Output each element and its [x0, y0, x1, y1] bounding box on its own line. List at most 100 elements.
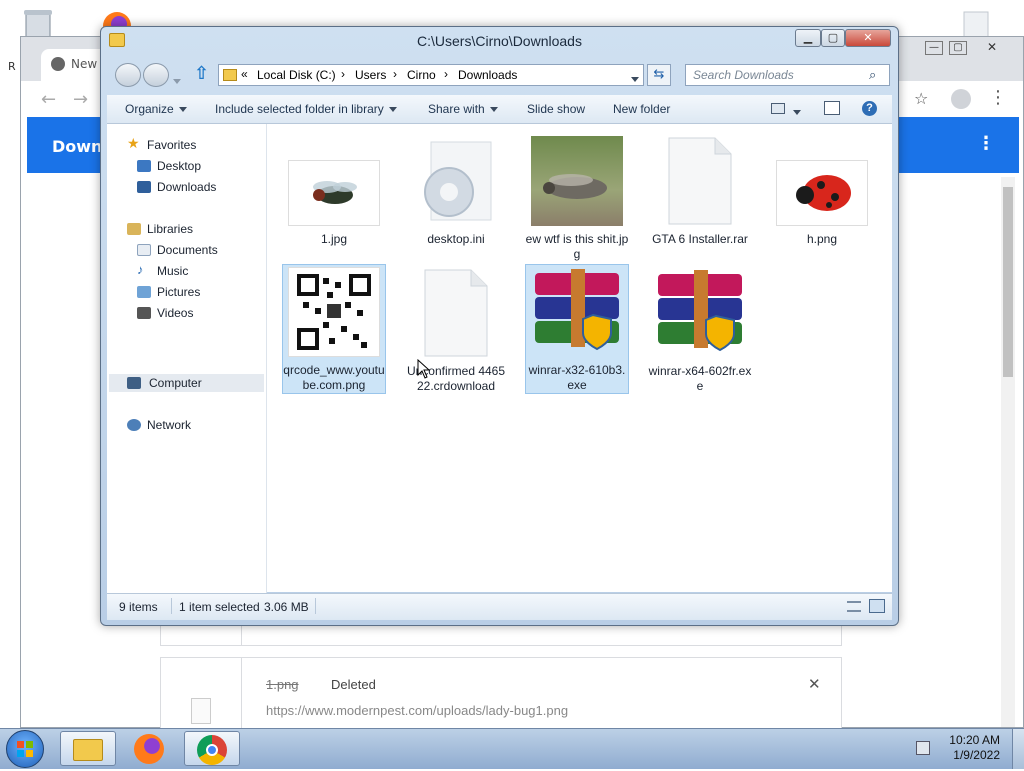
chrome-tab-label: New [71, 57, 98, 71]
chrome-minimize-button[interactable]: — [925, 41, 943, 55]
breadcrumb-local-disk[interactable]: Local Disk (C:) [257, 68, 336, 82]
include-in-library-menu[interactable]: Include selected folder in library [215, 102, 397, 116]
change-view-icon[interactable] [771, 103, 785, 114]
slideshow-button[interactable]: Slide show [527, 102, 585, 116]
search-icon[interactable]: ⌕ [869, 67, 876, 83]
videos-icon [137, 307, 151, 319]
breadcrumb-separator: › [341, 67, 345, 81]
ladybug-photo-thumbnail [776, 160, 868, 226]
file-icon [191, 698, 211, 724]
scrollbar-thumb[interactable] [1003, 187, 1013, 377]
file-name: desktop.ini [427, 232, 485, 246]
search-input[interactable]: Search Downloads ⌕ [685, 64, 890, 86]
clock-date: 1/9/2022 [953, 748, 1000, 762]
minimize-button[interactable]: ▁ [795, 29, 821, 47]
network-icon [127, 419, 141, 431]
file-item-selected[interactable]: winrar-x32-610b3.exe [525, 264, 629, 394]
maximize-button[interactable]: ▢ [821, 29, 845, 47]
view-dropdown-icon[interactable] [793, 105, 801, 119]
help-icon[interactable]: ? [862, 101, 877, 116]
clock-time: 10:20 AM [949, 733, 1000, 747]
computer-icon [127, 377, 141, 389]
status-divider [315, 598, 316, 614]
chrome-maximize-button[interactable]: ▢ [949, 41, 967, 55]
breadcrumb-users[interactable]: Users [355, 68, 386, 82]
download-url[interactable]: https://www.modernpest.com/uploads/lady-… [266, 703, 568, 718]
file-item[interactable]: GTA 6 Installer.rar [648, 136, 752, 247]
file-item[interactable]: 1.jpg [282, 160, 386, 247]
desktop-icon [137, 160, 151, 172]
forward-button[interactable] [143, 63, 169, 87]
insect-photo-thumbnail [531, 136, 623, 226]
star-icon: ★ [127, 135, 140, 151]
selection-count: 1 item selected [179, 600, 260, 614]
blank-file-thumbnail [421, 268, 491, 358]
window-title: C:\Users\Cirno\Downloads [417, 33, 582, 49]
clock[interactable]: 10:20 AM 1/9/2022 [949, 733, 1000, 763]
scrollbar[interactable] [1001, 177, 1015, 727]
breadcrumb-separator: › [393, 67, 397, 81]
chrome-tab-icon [51, 57, 65, 71]
organize-menu[interactable]: Organize [125, 102, 187, 116]
profile-avatar[interactable] [951, 89, 971, 109]
refresh-button[interactable]: ⇆ [647, 64, 671, 86]
download-filename[interactable]: 1.png [266, 677, 299, 692]
address-folder-icon [223, 69, 237, 81]
downloads-menu-icon[interactable]: ⋮ [977, 133, 995, 154]
mouse-cursor-icon [417, 358, 431, 383]
file-name: GTA 6 Installer.rar [652, 232, 748, 246]
preview-pane-icon[interactable] [824, 101, 840, 115]
back-icon[interactable]: ← [41, 89, 56, 110]
file-item-selected[interactable]: qrcode_www.youtube.com.png [282, 264, 386, 394]
settings-file-thumbnail [417, 136, 495, 226]
share-with-menu[interactable]: Share with [428, 102, 498, 116]
file-item[interactable]: ew wtf is this shit.jpg [525, 136, 629, 262]
breadcrumb-cirno[interactable]: Cirno [407, 68, 436, 82]
taskbar-chrome-button[interactable] [184, 731, 240, 766]
selection-size: 3.06 MB [264, 600, 309, 614]
chrome-icon-center [206, 744, 218, 756]
large-icons-view-icon[interactable] [869, 599, 885, 613]
show-desktop-button[interactable] [1012, 729, 1024, 769]
details-view-icon[interactable] [847, 601, 861, 612]
remove-download-icon[interactable]: ✕ [808, 675, 821, 693]
taskbar-firefox-button[interactable] [122, 731, 178, 766]
address-bar[interactable]: « Local Disk (C:) › Users › Cirno › Down… [218, 64, 644, 86]
folder-icon [73, 739, 103, 761]
breadcrumb-downloads[interactable]: Downloads [458, 68, 517, 82]
download-status: Deleted [331, 677, 376, 692]
file-item[interactable]: desktop.ini [404, 136, 508, 247]
file-name: winrar-x64-602fr.exe [648, 364, 752, 393]
file-name: h.png [806, 232, 838, 246]
documents-icon [137, 244, 151, 256]
nav-computer[interactable]: Computer [109, 374, 264, 392]
explorer-window: C:\Users\Cirno\Downloads ▁ ▢ ✕ ⇧ « Local… [100, 26, 899, 626]
navigation-pane: ★ Favorites Desktop Downloads Libraries D… [107, 124, 267, 619]
close-button[interactable]: ✕ [845, 29, 891, 47]
download-card: 1.png Deleted https://www.modernpest.com… [160, 657, 842, 729]
file-name: 1.jpg [320, 232, 348, 246]
bookmark-star-icon[interactable]: ☆ [914, 89, 928, 108]
recent-pages-chevron-icon[interactable] [173, 71, 181, 90]
status-divider [171, 598, 172, 614]
file-item[interactable]: h.png [770, 160, 874, 247]
tray-network-icon[interactable] [916, 741, 930, 755]
new-folder-button[interactable]: New folder [613, 102, 670, 116]
taskbar-explorer-button[interactable] [60, 731, 116, 766]
breadcrumb-overflow[interactable]: « [241, 67, 248, 81]
address-dropdown-icon[interactable] [631, 72, 639, 86]
winrar-installer-icon [531, 267, 623, 357]
file-item[interactable]: winrar-x64-602fr.exe [648, 268, 752, 394]
chrome-menu-icon[interactable]: ⋮ [989, 87, 1007, 108]
taskbar: 10:20 AM 1/9/2022 [0, 728, 1024, 769]
downloads-folder-icon [137, 181, 151, 193]
back-button[interactable] [115, 63, 141, 87]
start-button[interactable] [6, 730, 44, 768]
library-icon [127, 223, 141, 235]
chrome-close-button[interactable]: ✕ [983, 41, 1001, 55]
search-placeholder: Search Downloads [693, 68, 794, 82]
forward-icon[interactable]: → [73, 89, 88, 110]
status-bar: 9 items 1 item selected 3.06 MB [107, 593, 892, 620]
up-arrow-icon[interactable]: ⇧ [194, 63, 209, 84]
file-name: qrcode_www.youtube.com.png [283, 363, 385, 392]
